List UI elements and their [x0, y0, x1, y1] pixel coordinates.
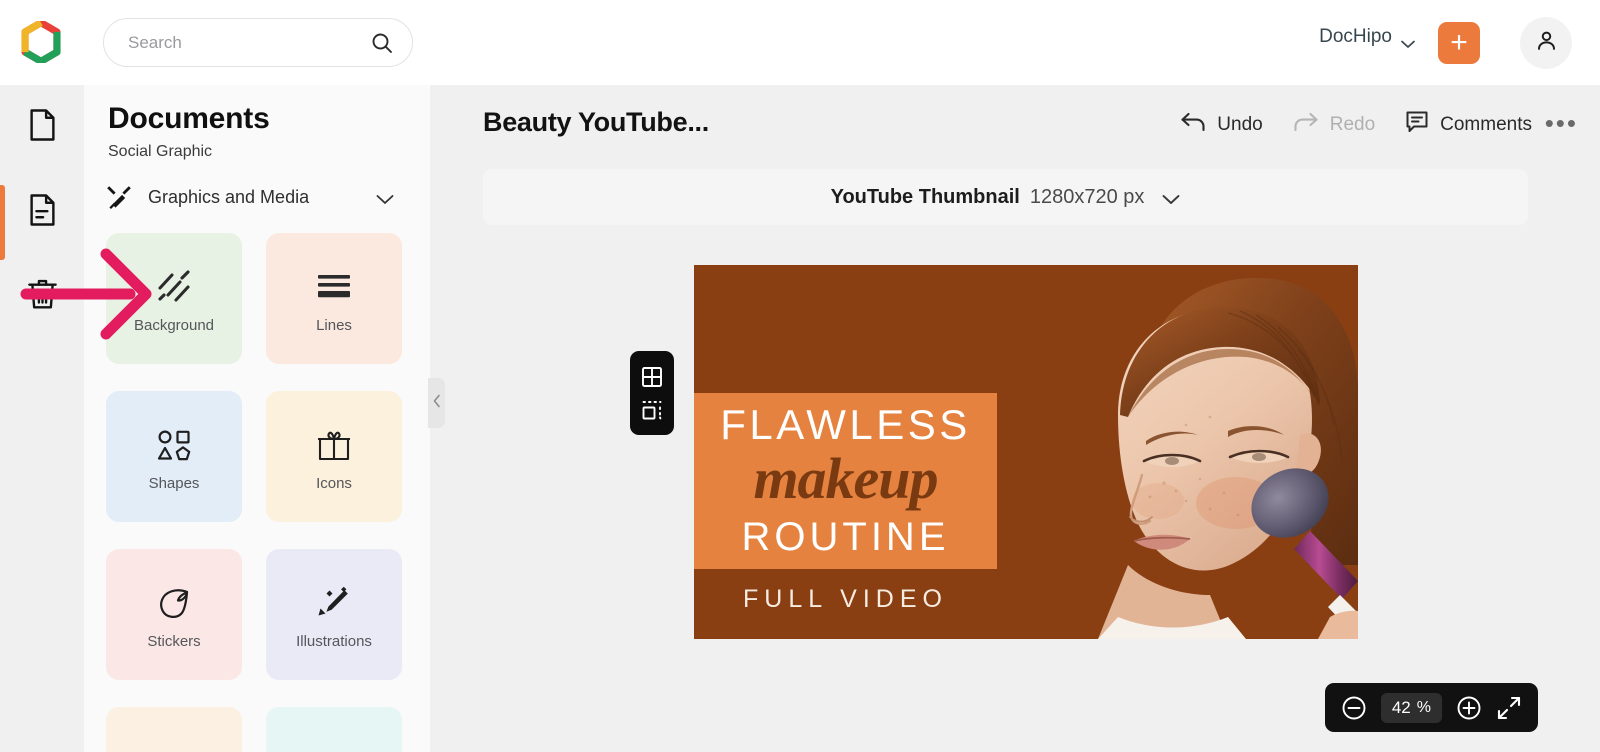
rail-item-documents[interactable] — [22, 105, 62, 149]
gift-box-icon — [316, 422, 352, 468]
panel-title: Documents — [108, 102, 270, 135]
zoom-value: 42 — [1391, 697, 1411, 717]
chevron-down-icon — [1401, 33, 1415, 48]
asset-card-label: Lines — [316, 316, 352, 334]
side-panel: Documents Social Graphic Graphics and Me… — [84, 85, 430, 752]
shapes-icon — [154, 422, 194, 468]
search-input[interactable] — [128, 32, 370, 53]
comments-label: Comments — [1440, 114, 1532, 135]
rail-item-templates[interactable] — [22, 190, 62, 234]
workspace-label: DocHipo — [1319, 26, 1392, 47]
chevron-left-icon — [433, 394, 441, 413]
app-root: DocHipo + — [0, 0, 1600, 752]
search-icon[interactable] — [370, 31, 394, 55]
canvas-size-name: YouTube Thumbnail — [830, 185, 1020, 208]
fullscreen-button[interactable] — [1496, 695, 1522, 721]
graphics-media-icon — [106, 184, 132, 210]
horizontal-lines-icon — [314, 264, 354, 310]
diagonal-stripes-icon — [155, 264, 193, 310]
plus-icon: + — [1450, 26, 1468, 59]
document-with-lines-icon — [28, 193, 57, 232]
asset-card-icons[interactable]: Icons — [266, 391, 402, 522]
asset-card-grid: Background Lines Shapes Icons Stickers I… — [106, 233, 426, 752]
grid-layout-icon[interactable] — [640, 365, 664, 389]
comment-bubble-icon — [1405, 110, 1429, 140]
blank-document-icon — [28, 108, 57, 147]
model-photo — [978, 265, 1358, 639]
asset-card-label: Icons — [316, 474, 352, 492]
canvas-footer-text[interactable]: FULL VIDEO — [694, 585, 997, 614]
rail-item-trash[interactable] — [22, 273, 62, 317]
undo-label: Undo — [1217, 114, 1263, 135]
redo-arrow-icon — [1293, 111, 1319, 139]
zoom-value-field[interactable]: 42 % — [1380, 692, 1442, 723]
sticker-peel-icon — [157, 580, 191, 626]
asset-card-label: Shapes — [148, 474, 200, 492]
canvas-subheadline[interactable]: ROUTINE — [694, 515, 997, 560]
rail-active-indicator — [0, 185, 5, 260]
zoom-controls: 42 % — [1324, 683, 1538, 732]
trash-icon — [27, 276, 58, 315]
asset-card-label: Stickers — [147, 632, 201, 650]
more-options-button[interactable]: ••• — [1545, 110, 1578, 136]
asset-card-illustrations[interactable]: Illustrations — [266, 549, 402, 680]
person-icon — [1534, 28, 1559, 58]
pencil-sparkle-icon — [316, 580, 352, 626]
dochipo-logo-icon[interactable] — [20, 19, 62, 65]
undo-arrow-icon — [1180, 111, 1206, 139]
canvas-size-selector[interactable]: YouTube Thumbnail 1280x720 px — [483, 169, 1528, 225]
canvas-wrapper: FLAWLESS makeup ROUTINE FULL VIDEO — [630, 265, 1358, 639]
asset-card-partial-2[interactable] — [266, 707, 402, 752]
top-bar: DocHipo + — [0, 0, 1600, 85]
left-rail — [0, 85, 84, 752]
redo-button[interactable]: Redo — [1293, 111, 1375, 139]
panel-collapse-handle[interactable] — [428, 378, 445, 428]
document-title[interactable]: Beauty YouTube... — [483, 107, 709, 138]
crop-selection-icon[interactable] — [640, 398, 664, 422]
zoom-out-button[interactable] — [1341, 695, 1367, 721]
comments-button[interactable]: Comments — [1405, 110, 1532, 140]
category-selector[interactable]: Graphics and Media — [106, 179, 406, 215]
zoom-unit: % — [1416, 698, 1431, 716]
asset-card-stickers[interactable]: Stickers — [106, 549, 242, 680]
create-new-button[interactable]: + — [1438, 22, 1480, 64]
undo-button[interactable]: Undo — [1180, 111, 1263, 139]
chevron-down-icon — [1162, 192, 1180, 204]
design-canvas[interactable]: FLAWLESS makeup ROUTINE FULL VIDEO — [694, 265, 1358, 639]
redo-label: Redo — [1329, 114, 1376, 135]
asset-card-shapes[interactable]: Shapes — [106, 391, 242, 522]
asset-card-background[interactable]: Background — [106, 233, 242, 364]
category-label: Graphics and Media — [148, 186, 310, 207]
object-toolbar — [630, 351, 674, 435]
canvas-size-dimensions: 1280x720 px — [1029, 185, 1145, 208]
account-avatar-button[interactable] — [1520, 17, 1572, 69]
canvas-headline[interactable]: FLAWLESS — [694, 401, 997, 449]
asset-card-lines[interactable]: Lines — [266, 233, 402, 364]
chevron-down-icon — [376, 192, 394, 204]
editor-actions: Undo Redo Comments — [1180, 110, 1532, 140]
workspace-menu[interactable]: DocHipo — [1319, 26, 1415, 48]
asset-card-label: Background — [133, 316, 215, 334]
canvas-script-text[interactable]: makeup — [694, 445, 997, 512]
panel-subtitle: Social Graphic — [108, 143, 213, 160]
asset-card-partial-1[interactable] — [106, 707, 242, 752]
search-box[interactable] — [103, 18, 413, 67]
editor-area: Beauty YouTube... Undo Redo Comments •••… — [430, 85, 1600, 752]
zoom-in-button[interactable] — [1456, 695, 1482, 721]
asset-card-label: Illustrations — [296, 632, 372, 650]
